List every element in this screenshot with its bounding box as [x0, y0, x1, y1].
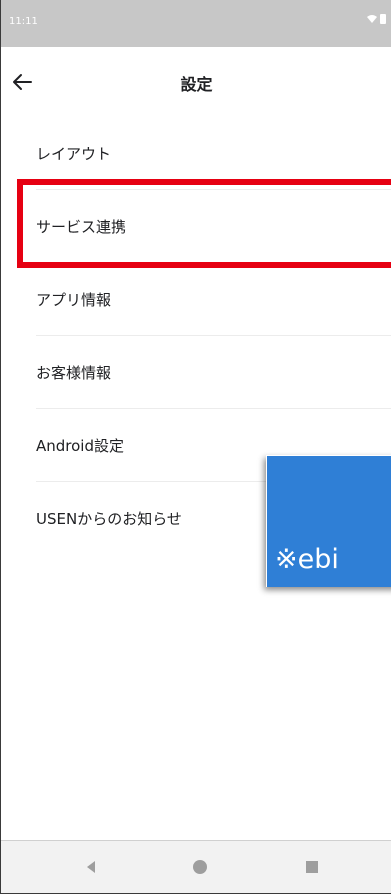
nav-home-icon[interactable]: [193, 860, 207, 874]
menu-item-layout[interactable]: レイアウト: [1, 117, 391, 190]
menu-item-customer-info[interactable]: お客様情報: [1, 336, 391, 409]
overlay-note-card: ※ebi: [266, 455, 391, 587]
phone-screen: 11:11 設定 レイアウト サービス連携 アプリ情報 お客様情報 Androi…: [0, 0, 391, 894]
system-nav-bar: [1, 840, 391, 893]
app-bar: 設定: [1, 47, 391, 117]
page-title: 設定: [180, 75, 213, 94]
nav-back-icon[interactable]: [83, 859, 99, 875]
battery-icon: [380, 14, 386, 24]
wifi-icon: [367, 15, 377, 23]
menu-item-app-info[interactable]: アプリ情報: [1, 263, 391, 336]
nav-recents-icon[interactable]: [306, 861, 318, 873]
menu-item-service-integration[interactable]: サービス連携: [1, 190, 391, 263]
overlay-note-text: ※ebi: [275, 544, 339, 575]
status-icons: [367, 14, 386, 24]
status-bar: 11:11: [1, 0, 391, 47]
status-time: 11:11: [9, 16, 38, 27]
